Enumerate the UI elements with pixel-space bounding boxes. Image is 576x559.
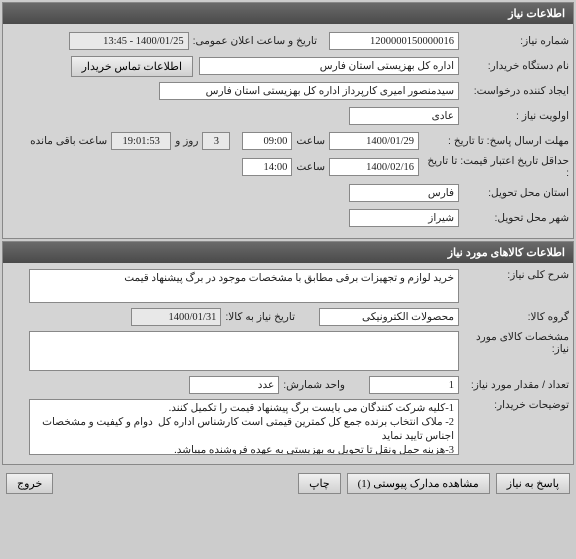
min-validity-date-field[interactable] [329,158,419,176]
need-no-label: شماره نیاز: [459,35,569,47]
exit-button[interactable]: خروج [6,473,53,494]
buyer-field[interactable] [199,57,459,75]
contact-buyer-button[interactable]: اطلاعات تماس خریدار [71,56,193,77]
announce-field [69,32,189,50]
attachments-button[interactable]: مشاهده مدارک پیوستی (1) [347,473,490,494]
time-label1: ساعت [292,135,329,147]
qty-label: تعداد / مقدار مورد نیاز: [459,379,569,391]
panel1-header: اطلاعات نیاز [3,3,573,24]
deadline-label: مهلت ارسال پاسخ: تا تاریخ : [419,135,569,147]
city-field[interactable] [349,209,459,227]
remaining-label: ساعت باقی مانده [26,135,111,147]
desc-label: شرح کلی نیاز: [459,269,569,281]
group-label: گروه کالا: [459,311,569,323]
spec-textarea[interactable] [29,331,459,371]
priority-field[interactable] [349,107,459,125]
panel2-header: اطلاعات کالاهای مورد نیاز [3,242,573,263]
city-label: شهر محل تحویل: [459,212,569,224]
days-label: روز و [171,135,202,147]
days-remaining-field [202,132,230,150]
deadline-time-field[interactable] [242,132,292,150]
min-validity-label: حداقل تاریخ اعتبار قیمت: تا تاریخ : [419,155,569,179]
respond-button[interactable]: پاسخ به نیاز [496,473,570,494]
notes-textarea[interactable] [29,399,459,455]
creator-field[interactable] [159,82,459,100]
goods-info-panel: اطلاعات کالاهای مورد نیاز شرح کلی نیاز: … [2,241,574,465]
need-info-panel: اطلاعات نیاز شماره نیاز: تاریخ و ساعت اع… [2,2,574,239]
group-field[interactable] [319,308,459,326]
unit-label: واحد شمارش: [279,379,349,391]
need-no-field[interactable] [329,32,459,50]
province-label: استان محل تحویل: [459,187,569,199]
action-bar: پاسخ به نیاز مشاهده مدارک پیوستی (1) چاپ… [0,467,576,500]
creator-label: ایجاد کننده درخواست: [459,85,569,97]
min-validity-time-field[interactable] [242,158,292,176]
deadline-date-field[interactable] [329,132,419,150]
province-field[interactable] [349,184,459,202]
print-button[interactable]: چاپ [298,473,341,494]
desc-textarea[interactable] [29,269,459,303]
countdown-field [111,132,171,150]
notes-label: توضیحات خریدار: [459,399,569,411]
qty-field[interactable] [369,376,459,394]
priority-label: اولویت نیاز : [459,110,569,122]
unit-field[interactable] [189,376,279,394]
buyer-label: نام دستگاه خریدار: [459,60,569,72]
announce-label: تاریخ و ساعت اعلان عمومی: [189,35,321,47]
need-date-label: تاریخ نیاز به کالا: [221,311,299,323]
spec-label: مشخصات کالای مورد نیاز: [459,331,569,355]
need-date-field [131,308,221,326]
time-label2: ساعت [292,161,329,173]
